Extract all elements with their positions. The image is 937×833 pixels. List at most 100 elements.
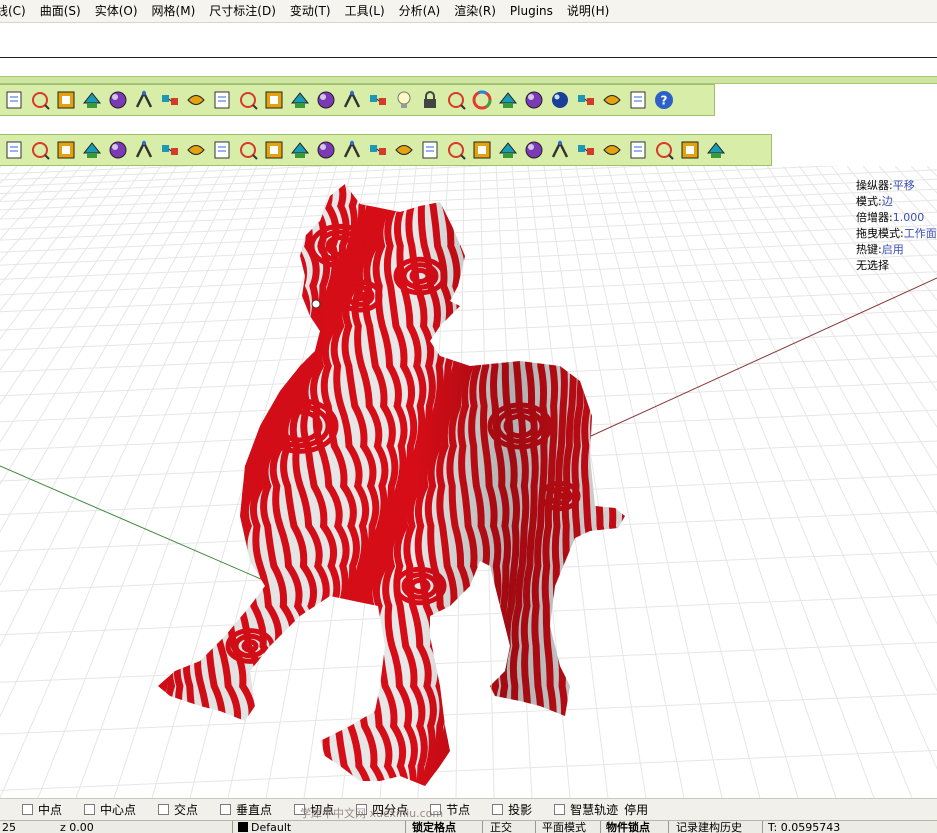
checkbox[interactable] (492, 804, 504, 815)
menu-dimension[interactable]: 尺寸标注(D) (202, 0, 283, 23)
zoom-extents-icon[interactable] (184, 88, 208, 112)
cut-icon[interactable] (470, 138, 494, 162)
solid-icon[interactable] (626, 138, 650, 162)
menu-tools[interactable]: 工具(L) (338, 0, 392, 23)
checkbox[interactable] (158, 804, 170, 815)
bend-icon[interactable] (184, 138, 208, 162)
tree-icon[interactable] (678, 138, 702, 162)
flatten-icon[interactable] (574, 138, 598, 162)
help-icon[interactable]: ? (652, 88, 676, 112)
osd-line-selection: 无选择 (856, 259, 889, 272)
menu-render[interactable]: 渲染(R) (447, 0, 503, 23)
checkbox[interactable] (220, 804, 232, 815)
checkbox[interactable] (554, 804, 566, 815)
hierarchy-icon[interactable] (626, 88, 650, 112)
sphere-wire-icon[interactable] (496, 88, 520, 112)
stairs2-icon[interactable] (444, 138, 468, 162)
flag-icon[interactable] (574, 88, 598, 112)
gear-icon[interactable] (600, 88, 624, 112)
status-osnap[interactable]: 物件锁点 (606, 821, 650, 833)
undo-view-icon[interactable] (236, 88, 260, 112)
grid-x-icon[interactable] (340, 138, 364, 162)
plane-icon[interactable] (314, 88, 338, 112)
osnap-label: 垂直点 (236, 803, 273, 817)
osd-line-hotkey: 热键:启用 (856, 243, 904, 256)
zoom-icon[interactable] (132, 88, 156, 112)
flip-icon[interactable] (106, 138, 130, 162)
array-icon[interactable] (2, 138, 26, 162)
grid-box-icon[interactable] (262, 138, 286, 162)
menu-surface[interactable]: 曲面(S) (33, 0, 88, 23)
viewport-scene (0, 166, 937, 798)
osnap-project[interactable]: 投影 (492, 801, 532, 818)
status-ortho[interactable]: 正交 (490, 821, 512, 833)
dots-icon[interactable] (652, 138, 676, 162)
status-history[interactable]: 记录建构历史 (676, 821, 742, 833)
status-x: 25 (2, 821, 16, 833)
status-z: z 0.00 (60, 821, 94, 833)
grid-red-icon[interactable] (366, 138, 390, 162)
menu-solid[interactable]: 实体(O) (88, 0, 145, 23)
render-sphere-icon[interactable] (522, 88, 546, 112)
origin-icon[interactable] (366, 88, 390, 112)
four-viewports-icon[interactable] (262, 88, 286, 112)
osnap-smarttrack[interactable]: 智慧轨迹 (554, 801, 618, 818)
divider (668, 821, 669, 833)
spiral-icon[interactable] (704, 138, 728, 162)
menu-plugins[interactable]: Plugins (503, 0, 560, 23)
perspective-viewport[interactable] (0, 166, 937, 798)
osnap-midpoint[interactable]: 中点 (22, 801, 62, 818)
light-bulb-icon[interactable] (392, 88, 416, 112)
document-icon[interactable] (2, 88, 26, 112)
twist-icon[interactable] (132, 138, 156, 162)
clipboard-icon[interactable] (28, 88, 52, 112)
cube-edit-icon[interactable] (392, 138, 416, 162)
pan-hand-icon[interactable] (80, 88, 104, 112)
osnap-disable[interactable]: 停用 (624, 801, 648, 818)
render-ball-icon[interactable] (548, 88, 572, 112)
zoom-window-icon[interactable] (158, 88, 182, 112)
menu-transform[interactable]: 变动(T) (283, 0, 338, 23)
polyhedron-icon[interactable] (80, 138, 104, 162)
osnap-label: 智慧轨迹 (570, 803, 619, 817)
osnap-intersection[interactable]: 交点 (158, 801, 198, 818)
status-layer[interactable]: Default (238, 821, 291, 833)
extrude-icon[interactable] (210, 138, 234, 162)
osnap-label: 交点 (174, 803, 199, 817)
menu-mesh[interactable]: 网格(M) (145, 0, 203, 23)
box-split-icon[interactable] (236, 138, 260, 162)
star-tool-icon[interactable] (496, 138, 520, 162)
contour-icon[interactable] (548, 138, 572, 162)
cplane-icon[interactable] (340, 88, 364, 112)
rotate-obj-icon[interactable] (54, 138, 78, 162)
osnap-bar: 中点 中心点 交点 垂直点 切点 四分点 节点 投影 智慧轨迹 停用 (0, 798, 937, 820)
check-box-icon[interactable] (288, 138, 312, 162)
zoom-selected-icon[interactable] (210, 88, 234, 112)
osnap-label: 中点 (38, 803, 63, 817)
color-wheel-icon[interactable] (470, 88, 494, 112)
layer-icon[interactable] (444, 88, 468, 112)
undo-icon[interactable] (54, 88, 78, 112)
lock-icon[interactable] (418, 88, 442, 112)
cross-icon[interactable] (600, 138, 624, 162)
car-icon[interactable] (288, 88, 312, 112)
stairs-icon[interactable] (418, 138, 442, 162)
checkbox[interactable] (84, 804, 96, 815)
status-grid-snap[interactable]: 锁定格点 (412, 821, 456, 833)
svg-text:?: ? (661, 94, 668, 108)
osnap-center[interactable]: 中心点 (84, 801, 136, 818)
transform-toolbar (0, 134, 772, 166)
menu-curve[interactable]: 线(C) (0, 0, 33, 23)
grid-points-icon[interactable] (28, 138, 52, 162)
status-planar[interactable]: 平面模式 (542, 821, 586, 833)
divider (762, 821, 763, 833)
menu-help[interactable]: 说明(H) (560, 0, 616, 23)
rotate-view-icon[interactable] (106, 88, 130, 112)
layer-color-swatch (238, 822, 248, 832)
menu-analyze[interactable]: 分析(A) (392, 0, 448, 23)
osnap-perpendicular[interactable]: 垂直点 (220, 801, 272, 818)
arch-icon[interactable] (158, 138, 182, 162)
surface-icon[interactable] (522, 138, 546, 162)
checkbox[interactable] (22, 804, 33, 815)
mirror-icon[interactable] (314, 138, 338, 162)
